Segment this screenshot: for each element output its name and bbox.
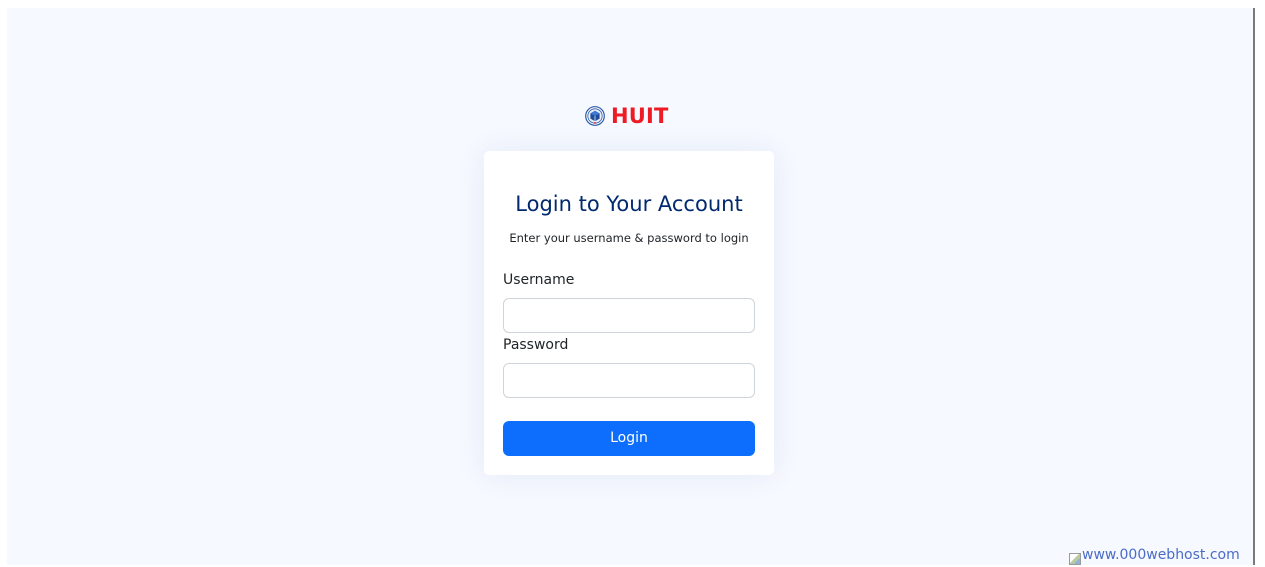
- brand-name: HUIT: [611, 104, 669, 128]
- password-label: Password: [503, 337, 569, 353]
- password-input[interactable]: [503, 363, 755, 398]
- login-subtitle: Enter your username & password to login: [509, 231, 749, 245]
- login-button[interactable]: Login: [503, 421, 755, 456]
- university-seal-icon: [585, 106, 605, 126]
- login-title: Login to Your Account: [515, 192, 743, 216]
- username-label: Username: [503, 272, 575, 288]
- broken-image-icon: [1069, 553, 1081, 565]
- username-input[interactable]: [503, 298, 755, 333]
- window-edge: [1253, 8, 1255, 565]
- brand-logo-link[interactable]: HUIT: [585, 104, 669, 128]
- hosting-badge-link[interactable]: www.000webhost.com: [1069, 547, 1240, 567]
- hosting-badge-alt-text: www.000webhost.com: [1082, 547, 1240, 563]
